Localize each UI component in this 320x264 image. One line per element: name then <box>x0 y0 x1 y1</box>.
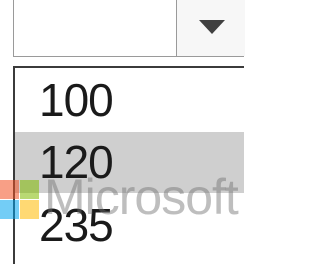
combo-input[interactable] <box>14 0 176 56</box>
dropdown-option[interactable]: 100 <box>15 70 244 131</box>
dropdown-toggle-button[interactable] <box>176 0 245 56</box>
chevron-down-icon <box>199 20 225 34</box>
watermark-text: Microsoft <box>44 169 239 225</box>
microsoft-logo-watermark <box>0 172 40 264</box>
combo-box[interactable] <box>13 0 245 57</box>
dropdown-list: 100 120 235 <box>13 66 244 264</box>
